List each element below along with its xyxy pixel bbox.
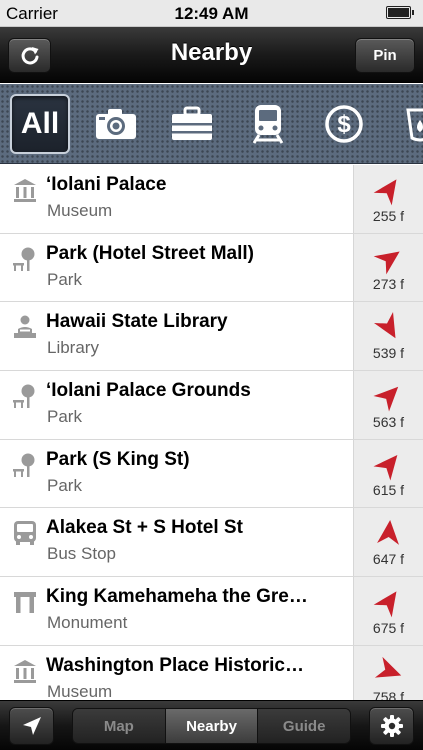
- list-item[interactable]: Washington Place Historic… Museum 758 f: [0, 645, 423, 701]
- direction-arrow-icon: [373, 251, 400, 275]
- list-item[interactable]: ‘Iolani Palace Museum 255 f: [0, 165, 423, 234]
- gear-icon: [380, 715, 403, 737]
- battery-icon: [386, 6, 414, 19]
- category-transit-button[interactable]: [238, 94, 298, 154]
- distance-label: 675 f: [372, 619, 405, 636]
- place-category: Park: [47, 407, 82, 427]
- camera-icon: [96, 109, 136, 139]
- distance-cell: 255 f: [353, 165, 423, 233]
- view-segmented-control: Map Nearby Guide: [72, 708, 351, 744]
- direction-arrow-icon: [373, 386, 399, 412]
- place-category: Park: [47, 269, 82, 289]
- bottom-toolbar: Map Nearby Guide: [0, 700, 423, 750]
- distance-cell: 273 f: [353, 233, 423, 302]
- place-category: Bus Stop: [47, 544, 116, 564]
- distance-label: 647 f: [372, 551, 405, 568]
- place-category: Park: [47, 475, 82, 495]
- distance-label: 255 f: [372, 207, 405, 224]
- status-bar: Carrier 12:49 AM: [0, 0, 423, 27]
- distance-label: 563 f: [372, 413, 405, 430]
- place-name: ‘Iolani Palace: [46, 174, 167, 195]
- navigation-bar: Nearby Pin: [0, 27, 423, 83]
- location-arrow-icon: [22, 717, 41, 735]
- park-icon: [13, 453, 35, 477]
- place-name: Alakea St + S Hotel St: [46, 517, 243, 539]
- direction-arrow-icon: [373, 454, 398, 481]
- list-item[interactable]: Park (S King St) Park 615 f: [0, 439, 423, 509]
- briefcase-icon: [172, 106, 212, 140]
- direction-arrow-icon: [373, 591, 397, 618]
- list-item[interactable]: Hawaii State Library Library 539 f: [0, 302, 423, 372]
- park-icon: [13, 247, 35, 271]
- place-name: Washington Place Historic…: [46, 654, 304, 676]
- place-name: Park (S King St): [46, 448, 190, 470]
- library-icon: [14, 315, 36, 339]
- list-item[interactable]: Alakea St + S Hotel St Bus Stop 647 f: [0, 508, 423, 578]
- status-time: 12:49 AM: [174, 4, 249, 23]
- svg-text:$: $: [337, 111, 351, 138]
- park-icon: [13, 384, 35, 409]
- place-name: ‘Iolani Palace Grounds: [46, 380, 251, 402]
- direction-arrow-icon: [377, 520, 399, 546]
- category-all-label: All: [20, 107, 60, 140]
- place-category: Monument: [47, 613, 128, 633]
- distance-label: 615 f: [372, 482, 405, 499]
- distance-label: 539 f: [372, 345, 405, 362]
- distance-cell: 563 f: [353, 371, 423, 439]
- place-category: Museum: [47, 201, 113, 220]
- distance-cell: 758 f: [353, 645, 423, 701]
- distance-cell: 675 f: [353, 577, 423, 645]
- water-icon: [406, 108, 423, 142]
- dollar-icon: $: [325, 105, 363, 143]
- category-sights-button[interactable]: [86, 94, 146, 154]
- tab-guide[interactable]: Guide: [258, 709, 350, 743]
- distance-cell: 615 f: [353, 439, 423, 508]
- place-name: King Kamehameha the Gre…: [46, 586, 308, 608]
- list-item[interactable]: ‘Iolani Palace Grounds Park 563 f: [0, 371, 423, 440]
- train-icon: [252, 105, 284, 144]
- place-category: Library: [47, 338, 99, 358]
- category-shopping-button[interactable]: [162, 94, 222, 154]
- list-item[interactable]: King Kamehameha the Gre… Monument 675 f: [0, 577, 423, 646]
- places-list: ‘Iolani Palace Museum 255 f Park (Hotel …: [0, 165, 423, 700]
- place-name: Park (Hotel Street Mall): [46, 242, 254, 264]
- museum-icon: [14, 179, 36, 202]
- tab-map[interactable]: Map: [73, 709, 166, 743]
- direction-arrow-icon: [373, 312, 396, 339]
- direction-arrow-icon: [374, 656, 402, 678]
- locate-button[interactable]: [9, 707, 54, 745]
- place-name: Hawaii State Library: [46, 311, 228, 333]
- category-money-button[interactable]: $: [314, 94, 374, 154]
- distance-cell: 647 f: [353, 508, 423, 577]
- distance-label: 758 f: [372, 688, 405, 701]
- category-more-button[interactable]: [390, 94, 423, 154]
- monument-icon: [14, 592, 36, 614]
- distance-cell: 539 f: [353, 302, 423, 371]
- direction-arrow-icon: [373, 179, 397, 206]
- settings-button[interactable]: [369, 707, 414, 745]
- place-category: Museum: [47, 681, 113, 700]
- bus-icon: [14, 521, 36, 546]
- category-filter-bar: All $: [0, 84, 423, 164]
- distance-label: 273 f: [372, 276, 405, 293]
- tab-nearby[interactable]: Nearby: [165, 709, 259, 743]
- museum-icon: [14, 659, 36, 683]
- list-item[interactable]: Park (Hotel Street Mall) Park 273 f: [0, 233, 423, 303]
- category-all-button[interactable]: All: [10, 94, 70, 154]
- pin-button[interactable]: Pin: [355, 38, 415, 73]
